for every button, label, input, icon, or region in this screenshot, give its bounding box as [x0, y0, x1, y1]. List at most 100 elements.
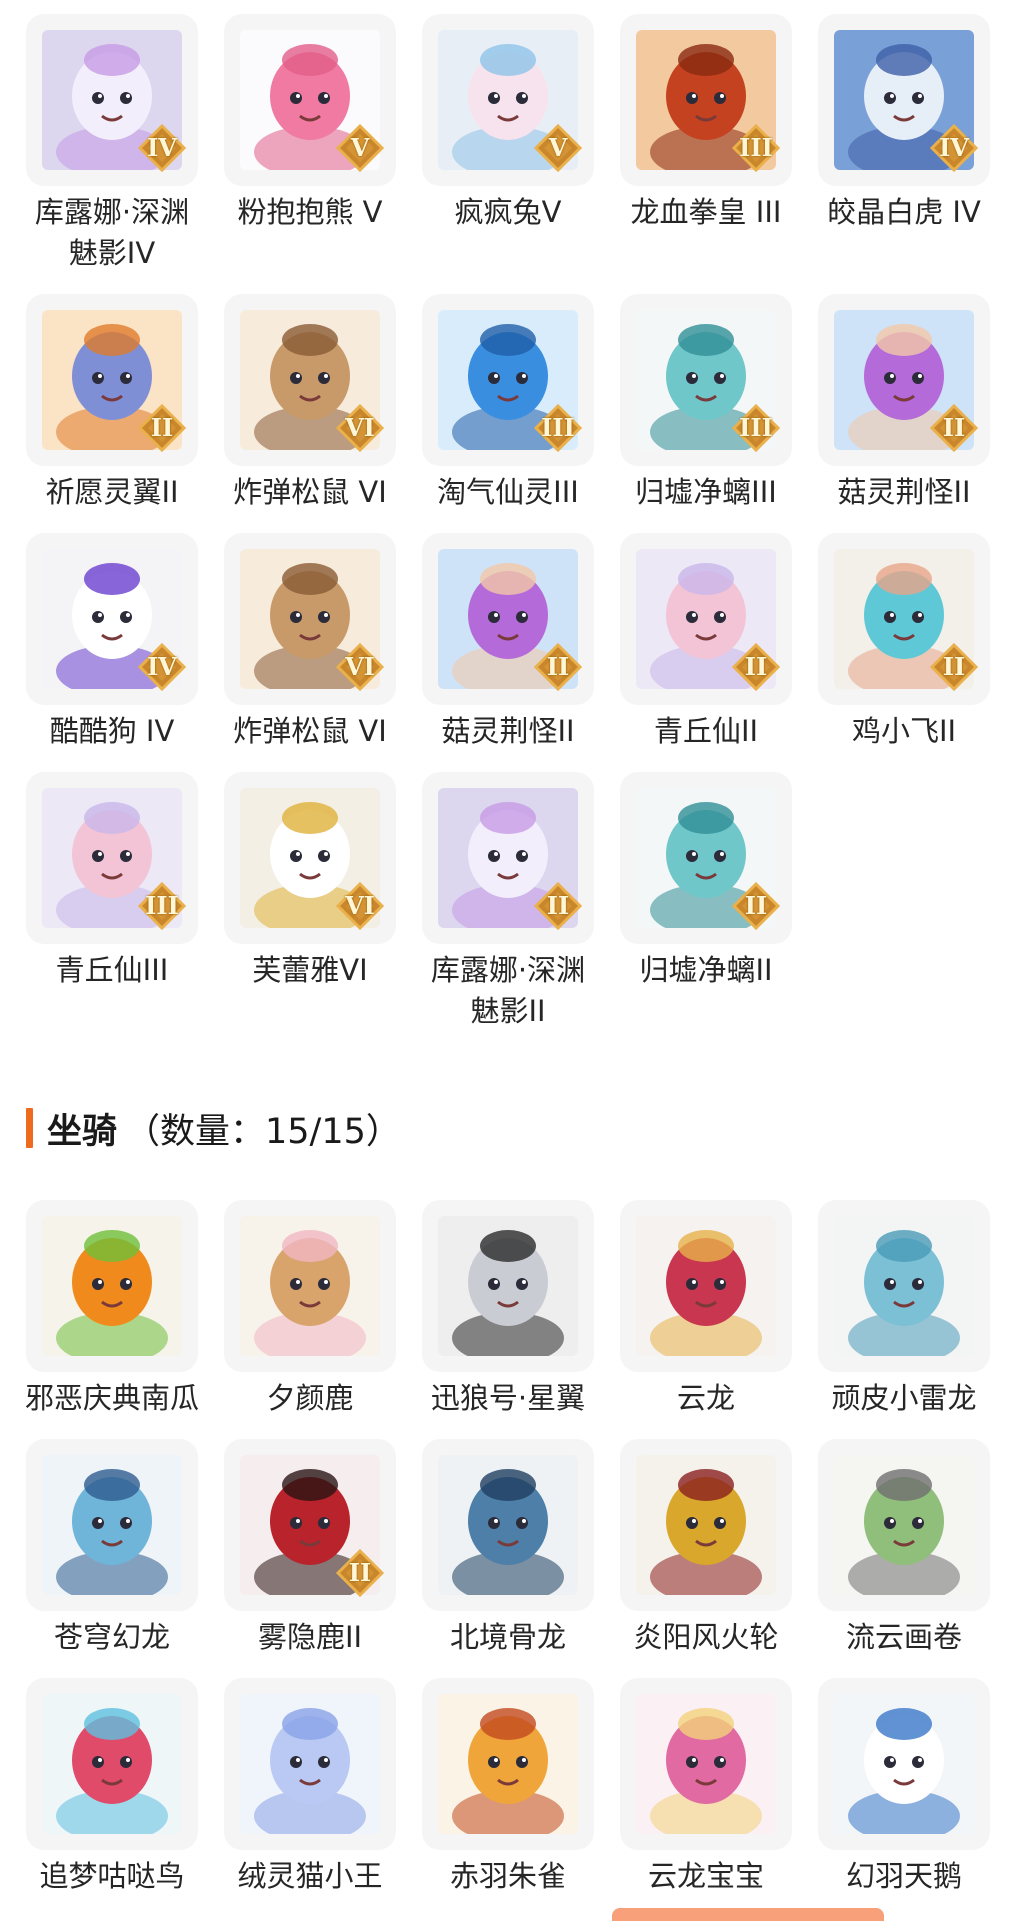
- pet-card[interactable]: IV 皎晶白虎 IV: [818, 14, 990, 274]
- mount-card[interactable]: 云龙宝宝: [620, 1678, 792, 1897]
- pet-thumbnail[interactable]: III: [620, 14, 792, 186]
- tier-badge-icon: II: [930, 404, 978, 452]
- mount-thumbnail[interactable]: [620, 1439, 792, 1611]
- tier-badge-icon: VI: [336, 882, 384, 930]
- mount-card[interactable]: 追梦咕哒鸟: [26, 1678, 198, 1897]
- tier-badge-icon: VI: [336, 643, 384, 691]
- pet-card[interactable]: V 疯疯兔V: [422, 14, 594, 274]
- mount-thumbnail[interactable]: [818, 1439, 990, 1611]
- mount-thumbnail[interactable]: [422, 1200, 594, 1372]
- pet-thumbnail[interactable]: II: [422, 533, 594, 705]
- mount-thumbnail[interactable]: [422, 1678, 594, 1850]
- pet-thumbnail[interactable]: VI: [224, 772, 396, 944]
- mount-thumbnail[interactable]: [818, 1678, 990, 1850]
- tier-badge-icon: II: [534, 882, 582, 930]
- mount-card[interactable]: 北境骨龙: [422, 1439, 594, 1658]
- mount-thumbnail[interactable]: [818, 1200, 990, 1372]
- pet-card[interactable]: VI 炸弹松鼠 VI: [224, 533, 396, 752]
- mount-card[interactable]: 云龙: [620, 1200, 792, 1419]
- pet-card[interactable]: II 青丘仙II: [620, 533, 792, 752]
- tier-badge-label: IV: [147, 133, 177, 162]
- pet-card[interactable]: VI 炸弹松鼠 VI: [224, 294, 396, 513]
- pet-name: 龙血拳皇 III: [630, 195, 782, 229]
- pet-thumbnail[interactable]: IV: [818, 14, 990, 186]
- pet-thumbnail[interactable]: II: [620, 533, 792, 705]
- tier-badge-label: VI: [345, 413, 375, 442]
- pet-card[interactable]: II 归墟净螭II: [620, 772, 792, 1032]
- mount-fire-wheel-icon: [636, 1455, 776, 1595]
- mount-thumbnail[interactable]: [422, 1439, 594, 1611]
- tier-badge-label: II: [942, 652, 966, 681]
- mount-card[interactable]: 迅狼号·星翼: [422, 1200, 594, 1419]
- pet-card[interactable]: II 鸡小飞II: [818, 533, 990, 752]
- mount-thumbnail[interactable]: [620, 1200, 792, 1372]
- mount-card[interactable]: 邪恶庆典南瓜: [25, 1200, 199, 1419]
- mount-swift-wolf-icon: [438, 1216, 578, 1356]
- pet-name: 酷酷狗 IV: [49, 714, 175, 748]
- pet-thumbnail[interactable]: II: [818, 533, 990, 705]
- tier-badge-label: II: [744, 652, 768, 681]
- mount-card[interactable]: 顽皮小雷龙: [818, 1200, 990, 1419]
- mount-thumbnail[interactable]: II: [224, 1439, 396, 1611]
- mount-card[interactable]: 幻羽天鹅: [818, 1678, 990, 1897]
- pet-thumbnail[interactable]: III: [422, 294, 594, 466]
- tier-badge-icon: III: [534, 404, 582, 452]
- tier-badge-icon: II: [534, 643, 582, 691]
- pet-name: 青丘仙III: [55, 953, 169, 987]
- mount-card[interactable]: II 雾隐鹿II: [224, 1439, 396, 1658]
- pet-name: 淘气仙灵III: [437, 475, 579, 509]
- pet-card[interactable]: II 菇灵荆怪II: [818, 294, 990, 513]
- mount-card[interactable]: 赤羽朱雀: [422, 1678, 594, 1897]
- pet-card[interactable]: III 归墟净螭III: [620, 294, 792, 513]
- pet-thumbnail[interactable]: III: [620, 294, 792, 466]
- pet-card[interactable]: III 淘气仙灵III: [422, 294, 594, 513]
- pet-card[interactable]: VI 芙蕾雅VI: [224, 772, 396, 1032]
- tier-badge-label: V: [548, 133, 568, 162]
- pet-card[interactable]: III 龙血拳皇 III: [620, 14, 792, 274]
- tier-badge-icon: IV: [138, 124, 186, 172]
- mount-card[interactable]: 绒灵猫小王: [224, 1678, 396, 1897]
- mount-dream-bird-icon: [42, 1694, 182, 1834]
- pet-card[interactable]: II 菇灵荆怪II: [422, 533, 594, 752]
- pet-thumbnail[interactable]: V: [422, 14, 594, 186]
- mount-card[interactable]: 流云画卷: [818, 1439, 990, 1658]
- tier-badge-icon: II: [930, 643, 978, 691]
- pet-thumbnail[interactable]: VI: [224, 294, 396, 466]
- tier-badge-label: II: [546, 891, 570, 920]
- mount-thumbnail[interactable]: [26, 1439, 198, 1611]
- mount-name: 流云画卷: [845, 1620, 962, 1654]
- tier-badge-label: II: [150, 413, 174, 442]
- pet-thumbnail[interactable]: IV: [26, 14, 198, 186]
- tier-badge-label: VI: [345, 652, 375, 681]
- pet-thumbnail[interactable]: VI: [224, 533, 396, 705]
- pet-card[interactable]: V 粉抱抱熊 V: [224, 14, 396, 274]
- mount-card[interactable]: 夕颜鹿: [224, 1200, 396, 1419]
- mount-card[interactable]: 苍穹幻龙: [26, 1439, 198, 1658]
- mount-thumbnail[interactable]: [224, 1200, 396, 1372]
- pet-card[interactable]: II 库露娜·深渊魅影II: [422, 772, 594, 1032]
- mount-thumbnail[interactable]: [26, 1200, 198, 1372]
- pet-thumbnail[interactable]: II: [26, 294, 198, 466]
- pet-thumbnail[interactable]: II: [620, 772, 792, 944]
- pet-thumbnail[interactable]: V: [224, 14, 396, 186]
- pet-card[interactable]: II 祈愿灵翼II: [26, 294, 198, 513]
- pet-thumbnail[interactable]: IV: [26, 533, 198, 705]
- mount-card[interactable]: 炎阳风火轮: [620, 1439, 792, 1658]
- pet-thumbnail[interactable]: II: [422, 772, 594, 944]
- mount-thumbnail[interactable]: [224, 1678, 396, 1850]
- pet-thumbnail[interactable]: II: [818, 294, 990, 466]
- tier-badge-icon: IV: [138, 643, 186, 691]
- tier-badge-label: III: [739, 413, 773, 442]
- pet-card[interactable]: IV 酷酷狗 IV: [26, 533, 198, 752]
- mount-name: 苍穹幻龙: [53, 1620, 170, 1654]
- mount-name: 炎阳风火轮: [633, 1620, 779, 1654]
- mount-thumbnail[interactable]: [620, 1678, 792, 1850]
- pet-thumbnail[interactable]: III: [26, 772, 198, 944]
- pet-card[interactable]: III 青丘仙III: [26, 772, 198, 1032]
- tier-badge-label: IV: [939, 133, 969, 162]
- mount-thumbnail[interactable]: [26, 1678, 198, 1850]
- mount-name: 云龙: [676, 1381, 735, 1415]
- tier-badge-label: II: [744, 891, 768, 920]
- floating-action-bar[interactable]: [612, 1908, 884, 1921]
- pet-card[interactable]: IV 库露娜·深渊魅影IV: [26, 14, 198, 274]
